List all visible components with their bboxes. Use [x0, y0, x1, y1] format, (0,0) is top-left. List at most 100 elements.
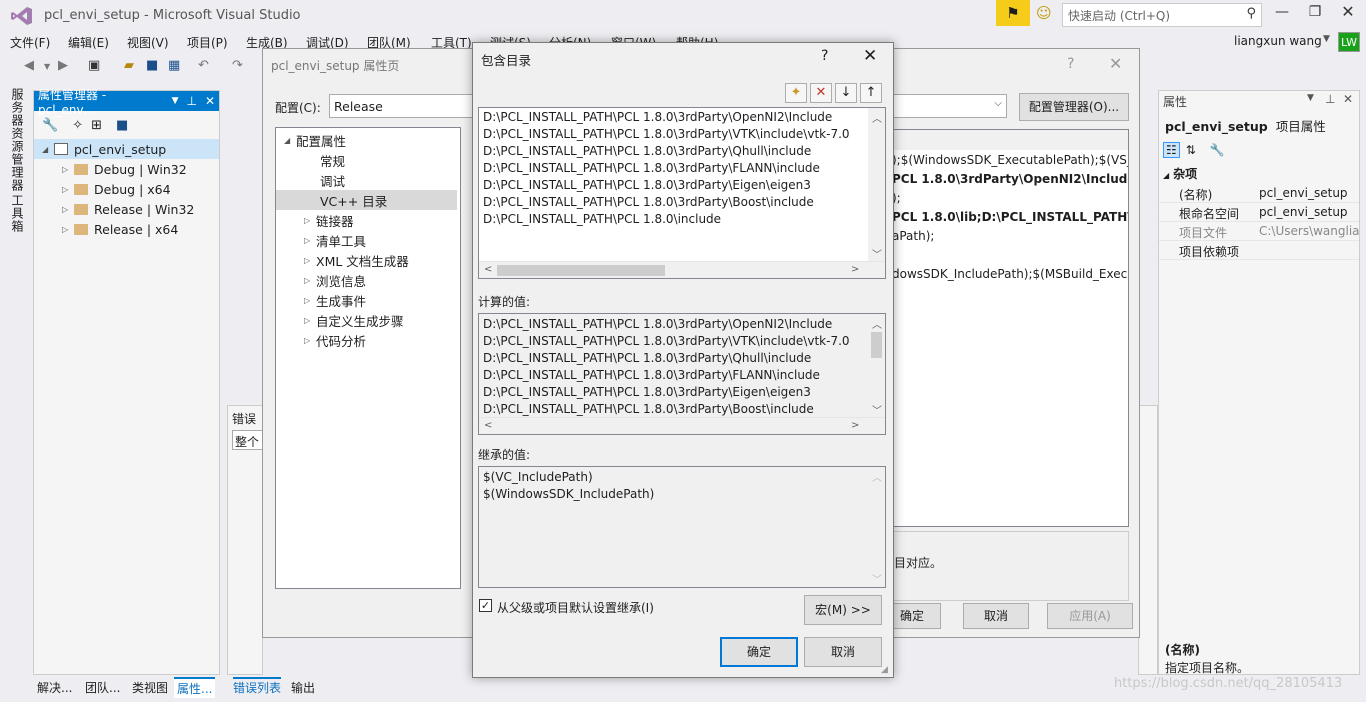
tree-item-debugging[interactable]: 调试 [276, 170, 460, 190]
restore-icon[interactable]: ❐ [1305, 4, 1325, 20]
scroll-thumb[interactable] [497, 265, 665, 276]
tree-item-code-analysis[interactable]: ▷ 代码分析 [276, 330, 460, 350]
pin-icon[interactable]: ⊥ [186, 94, 196, 108]
collapsed-icon[interactable]: ▷ [62, 225, 74, 234]
tree-item[interactable]: ▷ Debug | Win32 [34, 159, 219, 179]
vertical-scrollbar[interactable]: ︿ ﹀ [868, 108, 885, 261]
server-explorer-tab[interactable]: 服务器资源管理器 [9, 88, 26, 192]
categorized-icon[interactable]: ☷ [1163, 142, 1180, 158]
help-icon[interactable]: ? [821, 48, 828, 64]
tree-item-browse-info[interactable]: ▷ 浏览信息 [276, 270, 460, 290]
tree-item-build-events[interactable]: ▷ 生成事件 [276, 290, 460, 310]
help-icon[interactable]: ? [1067, 56, 1074, 72]
property-row[interactable]: 项目文件 C:\Users\wanglia [1159, 222, 1359, 241]
expanded-icon[interactable]: ◢ [42, 145, 54, 154]
delete-icon[interactable]: ✕ [810, 83, 832, 103]
scroll-up-icon[interactable]: ︿ [872, 110, 882, 125]
collapsed-icon[interactable]: ▷ [304, 316, 316, 325]
collapsed-icon[interactable]: ▷ [304, 336, 316, 345]
inherit-checkbox-label[interactable]: 从父级或项目默认设置继承(I) [497, 599, 654, 616]
ok-button[interactable]: 确定 [720, 637, 798, 667]
cancel-button[interactable]: 取消 [804, 637, 882, 667]
resize-grip-icon[interactable]: ◢ [881, 665, 888, 675]
path-item[interactable]: D:\PCL_INSTALL_PATH\PCL 1.8.0\3rdParty\B… [479, 194, 885, 211]
notification-flag-icon[interactable]: ⚑ [996, 0, 1030, 26]
tree-item-custom-build[interactable]: ▷ 自定义生成步骤 [276, 310, 460, 330]
tree-item-manifest-tool[interactable]: ▷ 清单工具 [276, 230, 460, 250]
path-item[interactable]: D:\PCL_INSTALL_PATH\PCL 1.8.0\3rdParty\V… [479, 126, 885, 143]
tree-item-linker[interactable]: ▷ 链接器 [276, 210, 460, 230]
quick-launch-input[interactable]: 快速启动 (Ctrl+Q) ⚲ [1062, 3, 1262, 27]
path-item[interactable]: D:\PCL_INSTALL_PATH\PCL 1.8.0\3rdParty\Q… [479, 143, 885, 160]
config-manager-button[interactable]: 配置管理器(O)... [1019, 93, 1129, 121]
tree-root[interactable]: ◢ pcl_envi_setup [34, 139, 219, 159]
new-line-icon[interactable]: ✦ [785, 83, 807, 103]
tree-item-config-properties[interactable]: ◢ 配置属性 [276, 130, 460, 150]
horizontal-scrollbar[interactable]: < > [479, 417, 885, 434]
property-row[interactable]: (名称) pcl_envi_setup [1159, 184, 1359, 203]
scroll-up-icon[interactable]: ︿ [872, 316, 882, 331]
apply-button[interactable]: 应用(A) [1047, 603, 1133, 629]
close-icon[interactable]: ✕ [1343, 92, 1353, 106]
chevron-down-icon[interactable]: ▼ [172, 96, 179, 106]
tree-item[interactable]: ▷ Release | Win32 [34, 199, 219, 219]
save-all-icon[interactable]: ▦ [168, 58, 180, 73]
scroll-right-icon[interactable]: > [851, 420, 859, 431]
config-select[interactable]: Release [329, 94, 479, 118]
forward-icon[interactable]: ▶ [58, 58, 68, 73]
property-row[interactable]: 项目依赖项 [1159, 241, 1359, 260]
tree-item-xml-doc[interactable]: ▷ XML 文档生成器 [276, 250, 460, 270]
alphabetical-icon[interactable]: ⇅ [1186, 143, 1196, 157]
chevron-down-icon[interactable]: ▼ [1307, 93, 1314, 103]
menu-project[interactable]: 项目(P) [187, 34, 228, 51]
expanded-icon[interactable]: ◢ [284, 136, 296, 145]
scroll-left-icon[interactable]: < [484, 420, 492, 431]
toolbox-tab[interactable]: 工具箱 [9, 194, 26, 233]
save-icon[interactable]: ■ [146, 58, 158, 73]
grid-value[interactable]: PCL 1.8.0\3rdParty\OpenNI2\Include;D [892, 172, 1128, 186]
tab-class-view[interactable]: 类视图 [132, 679, 168, 696]
inherit-checkbox[interactable]: ✓ [479, 599, 492, 612]
wrench-icon[interactable]: 🔧 [1210, 143, 1225, 157]
grid-value[interactable]: aPath); [892, 229, 934, 243]
scroll-down-icon[interactable]: ﹀ [872, 402, 882, 417]
close-icon[interactable]: ✕ [1338, 2, 1358, 21]
tree-item-general[interactable]: 常规 [276, 150, 460, 170]
collapsed-icon[interactable]: ▷ [304, 216, 316, 225]
collapsed-icon[interactable]: ▷ [304, 276, 316, 285]
grid-value[interactable]: );$(WindowsSDK_ExecutablePath);$(VS_E [892, 153, 1128, 167]
collapsed-icon[interactable]: ▷ [62, 205, 74, 214]
tree-item[interactable]: ▷ Release | x64 [34, 219, 219, 239]
close-icon[interactable]: ✕ [205, 94, 215, 108]
tab-output[interactable]: 输出 [291, 679, 315, 696]
properties-subject[interactable]: pcl_envi_setup 项目属性 [1165, 116, 1326, 135]
tab-solution-explorer[interactable]: 解决... [37, 679, 72, 696]
menu-view[interactable]: 视图(V) [127, 34, 169, 51]
new-project-icon[interactable]: ▣ [88, 58, 100, 73]
vertical-scrollbar[interactable]: ︿ ﹀ [868, 467, 885, 587]
grid-value[interactable]: PCL 1.8.0\lib;D:\PCL_INSTALL_PATH\P [892, 210, 1128, 224]
vertical-scrollbar[interactable]: ︿ ﹀ [868, 314, 885, 417]
tab-team-explorer[interactable]: 团队... [85, 679, 120, 696]
feedback-smiley-icon[interactable]: ☺ [1036, 4, 1052, 22]
add-existing-sheet-icon[interactable]: ⊞ [91, 118, 102, 133]
redo-icon[interactable]: ↷ [232, 58, 243, 73]
cancel-button[interactable]: 取消 [963, 603, 1029, 629]
menu-file[interactable]: 文件(F) [10, 34, 50, 51]
user-name[interactable]: liangxun wang [1234, 34, 1322, 48]
tree-item-vc-directories[interactable]: VC++ 目录 [276, 190, 457, 210]
pin-icon[interactable]: ⊥ [1325, 92, 1335, 106]
scroll-down-icon[interactable]: ﹀ [872, 246, 882, 261]
path-item[interactable]: D:\PCL_INSTALL_PATH\PCL 1.8.0\3rdParty\E… [479, 177, 885, 194]
scroll-down-icon[interactable]: ﹀ [872, 571, 882, 586]
chevron-down-icon[interactable]: ▼ [1323, 34, 1330, 44]
save-icon[interactable]: ■ [116, 118, 128, 133]
add-new-sheet-icon[interactable]: ✧ [72, 118, 83, 133]
avatar[interactable]: LW [1338, 32, 1360, 52]
minimize-icon[interactable]: — [1272, 4, 1292, 20]
horizontal-scrollbar[interactable]: < > [479, 261, 885, 278]
menu-edit[interactable]: 编辑(E) [68, 34, 109, 51]
path-item[interactable]: D:\PCL_INSTALL_PATH\PCL 1.8.0\include [479, 211, 885, 228]
tab-property-manager[interactable]: 属性... [174, 677, 216, 698]
scroll-right-icon[interactable]: > [851, 264, 859, 275]
